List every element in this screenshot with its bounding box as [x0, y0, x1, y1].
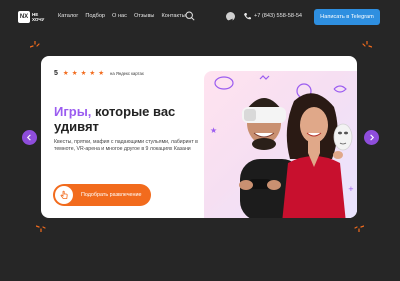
star-icon: ★ [98, 70, 105, 77]
hero-illustration: ★ + [210, 75, 354, 218]
nav-item-catalog[interactable]: Каталог [58, 13, 78, 19]
hero-card: 5 ★ ★ ★ ★ ★ на Яндекс картах Игры, котор… [41, 56, 357, 218]
star-icon: ★ [71, 70, 78, 77]
hero-title: Игры, которые вас удивят [54, 104, 214, 134]
arrow-left-icon [26, 134, 31, 141]
sparkle-icon [30, 41, 40, 48]
svg-text:+: + [348, 185, 354, 193]
sparkle-icon [362, 41, 372, 48]
hero-description: Квесты, прятки, мафия с падающими стулья… [54, 139, 198, 152]
sparkle-icon [354, 225, 364, 232]
carousel-prev-button[interactable] [22, 130, 37, 145]
rating: 5 ★ ★ ★ ★ ★ на Яндекс картах [54, 70, 144, 77]
hero-photo: ★ + [204, 71, 357, 218]
rating-label: на Яндекс картах [110, 71, 144, 76]
phone-icon [244, 13, 251, 20]
nav-item-reviews[interactable]: Отзывы [134, 13, 155, 19]
nav-item-about[interactable]: О нас [112, 13, 127, 19]
phone-number[interactable]: +7 (843) 558-58-54 [254, 13, 302, 19]
search-icon[interactable] [185, 11, 195, 21]
telegram-icon[interactable] [226, 12, 235, 23]
carousel-next-button[interactable] [364, 130, 379, 145]
main-nav: Каталог Подбор О нас Отзывы Контакты [58, 13, 186, 19]
hero-title-accent: Игры, [54, 104, 92, 119]
logo-mark: NX [18, 11, 30, 23]
svg-text:★: ★ [210, 126, 217, 135]
pointer-hand-icon [55, 186, 73, 204]
sparkle-icon [36, 225, 46, 232]
star-icon: ★ [80, 70, 87, 77]
logo-text: НЕ ХОЧУ [32, 12, 45, 22]
arrow-right-icon [370, 134, 375, 141]
nav-item-contacts[interactable]: Контакты [161, 13, 185, 19]
nav-item-selection[interactable]: Подбор [85, 13, 105, 19]
star-icon: ★ [62, 70, 69, 77]
star-icon: ★ [89, 70, 96, 77]
cta-button[interactable]: Подобрать развлечение [53, 184, 151, 206]
telegram-button[interactable]: Написать в Telegram [314, 9, 380, 25]
cta-label: Подобрать развлечение [81, 192, 142, 198]
logo[interactable]: NX НЕ ХОЧУ [18, 11, 48, 23]
rating-value: 5 [54, 70, 58, 77]
